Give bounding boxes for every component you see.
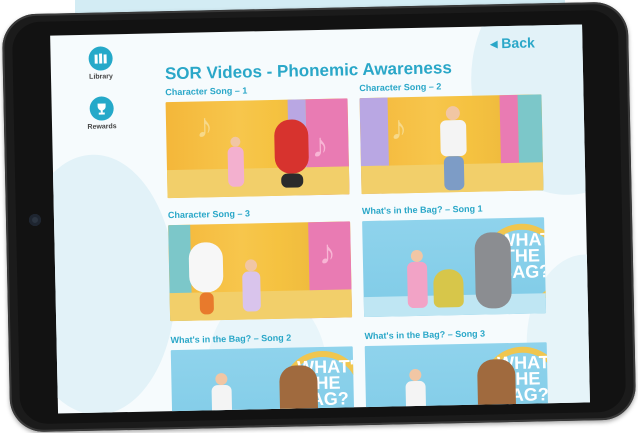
video-title: Character Song – 1 <box>165 85 248 98</box>
bird-mascot <box>199 292 215 315</box>
video-thumbnail[interactable]: WHAT'S THE BAG? <box>362 217 547 318</box>
child-figure <box>242 271 261 312</box>
nav-library-label: Library <box>89 73 113 81</box>
nav-rewards-label: Rewards <box>87 123 117 131</box>
video-thumbnail[interactable]: WHAT'S THE BAG? <box>364 342 549 414</box>
child-figure <box>215 372 228 386</box>
koala-mascot <box>474 231 512 309</box>
music-note-icon: ♪ <box>311 126 329 166</box>
mystery-bag <box>433 268 464 308</box>
library-icon <box>88 46 113 71</box>
video-title: What's in the Bag? – Song 3 <box>364 328 486 342</box>
child-figure <box>445 106 461 121</box>
video-title: Character Song – 2 <box>359 81 442 94</box>
video-thumbnail[interactable]: ♪ <box>359 94 544 195</box>
bird-mascot <box>188 242 224 293</box>
child-figure <box>244 259 258 272</box>
tablet-frame: Library Rewards ◂ Back SOR Videos - Phon… <box>1 1 637 433</box>
decor-floor <box>166 166 350 199</box>
video-card[interactable]: What's in the Bag? – Song 3 WHAT'S THE B… <box>364 327 549 414</box>
nav-rewards[interactable]: Rewards <box>51 95 152 131</box>
video-card[interactable]: Character Song – 2 ♪ <box>359 79 544 195</box>
child-figure <box>406 261 428 309</box>
app-screen: Library Rewards ◂ Back SOR Videos - Phon… <box>50 24 590 414</box>
music-note-icon: ♪ <box>318 233 337 273</box>
page-title: SOR Videos - Phonemic Awareness <box>164 58 453 84</box>
child-figure <box>440 119 467 157</box>
side-nav: Library Rewards <box>50 33 158 413</box>
nav-library[interactable]: Library <box>50 45 151 81</box>
back-button[interactable]: ◂ Back <box>490 34 535 52</box>
child-figure <box>443 155 465 191</box>
child-figure <box>227 146 245 187</box>
video-card[interactable]: Character Song – 3 ♪ <box>167 206 353 322</box>
video-thumbnail[interactable]: WHAT'S THE BAG? <box>170 346 355 414</box>
child-figure <box>211 384 233 414</box>
music-note-icon: ♪ <box>389 109 408 148</box>
video-title: What's in the Bag? – Song 2 <box>170 332 292 346</box>
kangaroo-mascot <box>279 365 319 414</box>
music-note-icon: ♪ <box>195 107 214 146</box>
video-thumbnail[interactable]: ♪ ♪ <box>165 98 350 199</box>
ant-mascot <box>273 119 310 174</box>
ant-mascot <box>281 173 304 188</box>
video-title: Character Song – 3 <box>167 208 251 221</box>
video-card[interactable]: What's in the Bag? – Song 1 WHAT'S THE B… <box>361 202 547 318</box>
video-card[interactable]: Character Song – 1 ♪ ♪ <box>165 83 350 199</box>
video-title: What's in the Bag? – Song 1 <box>361 203 483 217</box>
child-figure <box>409 368 422 382</box>
video-thumbnail[interactable]: ♪ <box>168 221 353 322</box>
child-figure <box>410 249 423 263</box>
child-figure <box>230 136 241 147</box>
video-card[interactable]: What's in the Bag? – Song 2 WHAT'S THE B… <box>170 331 355 414</box>
rewards-icon <box>89 96 114 121</box>
